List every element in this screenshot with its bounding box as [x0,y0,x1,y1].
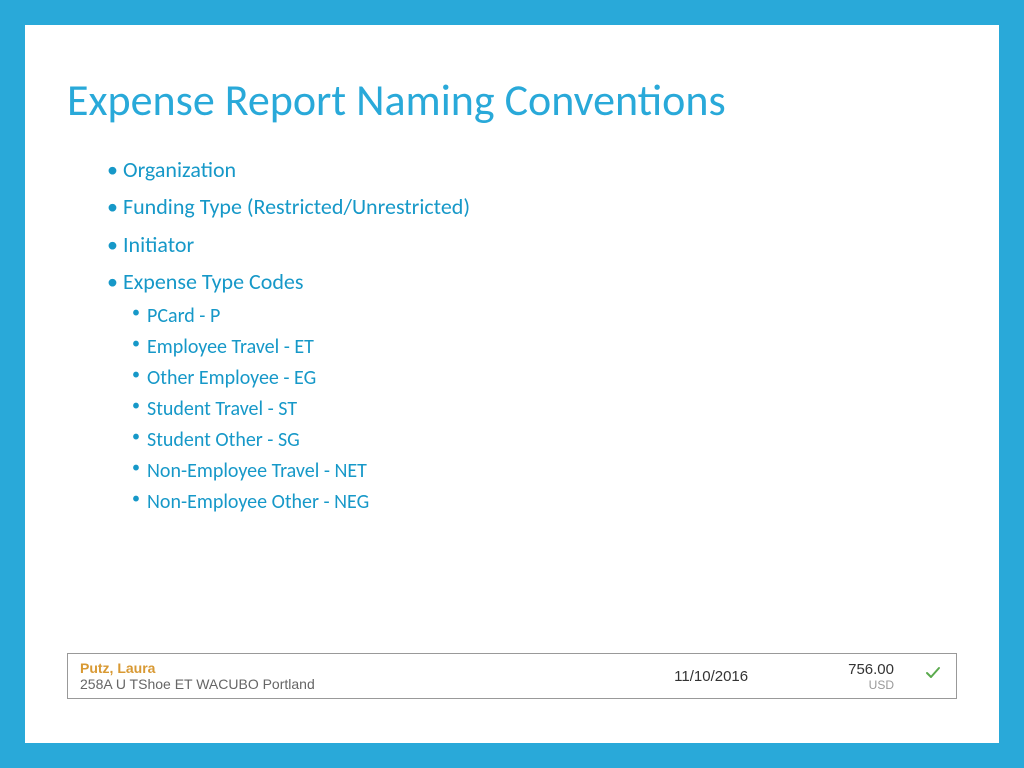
sub-bullet-other-employee: Other Employee - EG [147,363,957,394]
bullet-list: Organization Funding Type (Restricted/Un… [67,151,957,518]
example-person-name: Putz, Laura [80,660,674,676]
sub-bullet-list: PCard - P Employee Travel - ET Other Emp… [123,301,957,518]
slide-border: Expense Report Naming Conventions Organi… [0,0,1024,768]
slide-content: Expense Report Naming Conventions Organi… [25,25,999,743]
sub-bullet-non-employee-other: Non-Employee Other - NEG [147,487,957,518]
bullet-initiator: Initiator [123,226,957,263]
sub-bullet-student-other: Student Other - SG [147,425,957,456]
sub-bullet-pcard: PCard - P [147,301,957,332]
example-record-box: Putz, Laura 258A U TShoe ET WACUBO Portl… [67,653,957,699]
example-left-block: Putz, Laura 258A U TShoe ET WACUBO Portl… [80,660,674,692]
example-description: 258A U TShoe ET WACUBO Portland [80,676,674,692]
example-amount-block: 756.00 USD [848,661,894,692]
bullet-expense-type-codes: Expense Type Codes [123,263,957,300]
bullet-funding-type: Funding Type (Restricted/Unrestricted) [123,188,957,225]
bullet-organization: Organization [123,151,957,188]
example-currency: USD [848,678,894,692]
sub-bullet-non-employee-travel: Non-Employee Travel - NET [147,456,957,487]
example-date: 11/10/2016 [674,668,748,685]
slide-title: Expense Report Naming Conventions [67,73,957,127]
sub-bullet-employee-travel: Employee Travel - ET [147,332,957,363]
checkmark-icon [924,664,944,688]
sub-bullet-student-travel: Student Travel - ST [147,394,957,425]
example-amount: 756.00 [848,661,894,678]
